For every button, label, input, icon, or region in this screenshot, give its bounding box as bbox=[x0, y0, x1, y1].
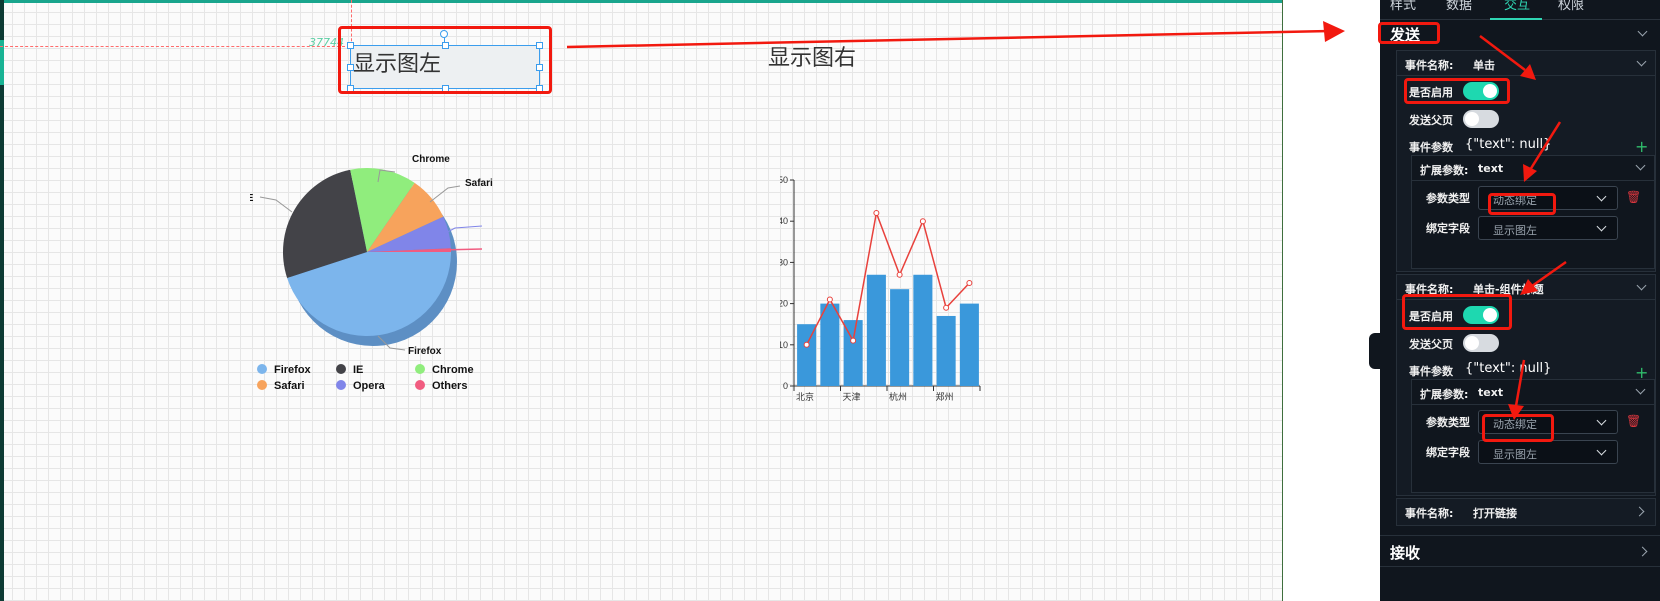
properties-panel: 样式 数据 交互 权限 发送 事件名称: 单击 是否启用 发送父页 事件参数 {… bbox=[1378, 0, 1660, 601]
annotation-arrow-layer bbox=[566, 21, 1345, 49]
panel-collapse-tab[interactable] bbox=[1369, 333, 1380, 369]
panel-arrow-layer bbox=[1479, 35, 1567, 420]
arrow-head bbox=[1323, 21, 1345, 42]
